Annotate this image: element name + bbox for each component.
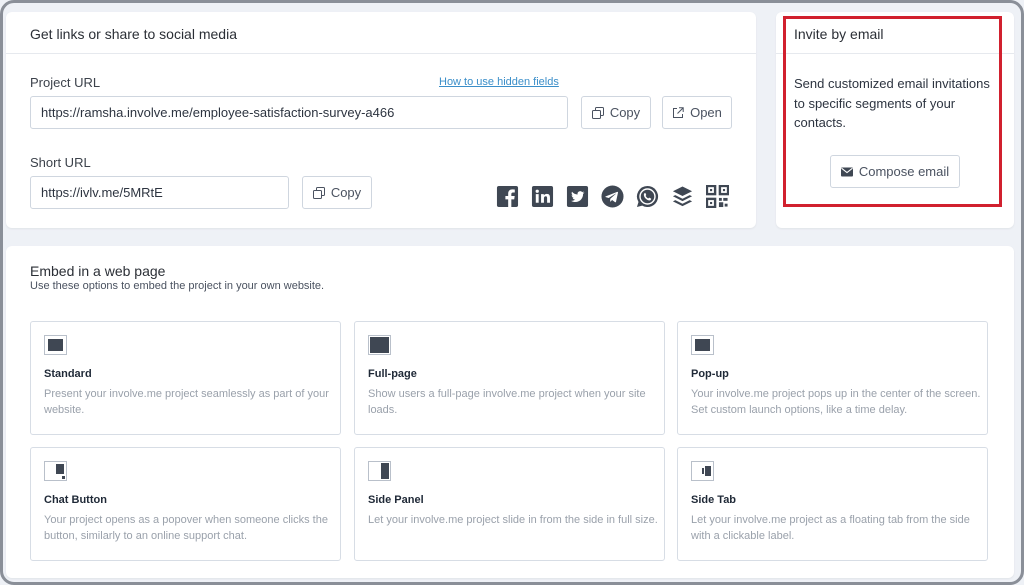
buffer-icon[interactable] (671, 185, 694, 208)
embed-option-description: Your involve.me project pops up in the c… (691, 388, 981, 416)
copy-label: Copy (609, 105, 641, 120)
compose-email-label: Compose email (858, 164, 950, 179)
chat-button-embed-icon (44, 461, 67, 481)
embed-option-title: Side Panel (368, 494, 424, 506)
invite-card-title: Invite by email (776, 12, 1014, 54)
side-panel-embed-icon (368, 461, 391, 481)
embed-option-description: Your project opens as a popover when som… (44, 514, 328, 542)
embed-option-side-panel[interactable]: Side Panel Let your involve.me project s… (354, 447, 665, 561)
embed-option-standard[interactable]: Standard Present your involve.me project… (30, 321, 341, 435)
embed-option-description: Show users a full-page involve.me projec… (368, 388, 646, 416)
embed-option-title: Side Tab (691, 494, 737, 506)
short-url-input[interactable] (30, 176, 289, 209)
invite-card: Invite by email Send customized email in… (776, 12, 1014, 228)
copy-project-url-button[interactable]: Copy (581, 96, 651, 129)
project-url-label: Project URL (30, 75, 101, 90)
pop-up-embed-icon (691, 335, 714, 355)
copy-icon (312, 186, 325, 199)
embed-option-description: Let your involve.me project as a floatin… (691, 514, 970, 542)
envelope-icon (840, 167, 853, 176)
twitter-icon[interactable] (566, 185, 589, 208)
full-page-embed-icon (368, 335, 391, 355)
telegram-icon[interactable] (601, 185, 624, 208)
embed-option-chat-button[interactable]: Chat Button Your project opens as a popo… (30, 447, 341, 561)
whatsapp-icon[interactable] (636, 185, 659, 208)
short-url-label: Short URL (30, 155, 91, 170)
facebook-icon[interactable] (496, 185, 519, 208)
external-link-icon (673, 106, 684, 118)
embed-card-title: Embed in a web page (30, 263, 166, 279)
embed-option-description: Present your involve.me project seamless… (44, 388, 329, 416)
copy-label: Copy (330, 185, 362, 200)
embed-option-title: Standard (44, 368, 92, 380)
open-project-url-button[interactable]: Open (662, 96, 732, 129)
side-tab-embed-icon (691, 461, 714, 481)
copy-short-url-button[interactable]: Copy (302, 176, 372, 209)
embed-option-title: Chat Button (44, 494, 107, 506)
social-share-bar (496, 184, 730, 209)
embed-option-full-page[interactable]: Full-page Show users a full-page involve… (354, 321, 665, 435)
embed-option-description: Let your involve.me project slide in fro… (368, 514, 658, 526)
project-url-input[interactable] (30, 96, 568, 129)
standard-embed-icon (44, 335, 67, 355)
linkedin-icon[interactable] (531, 185, 554, 208)
embed-option-pop-up[interactable]: Pop-up Your involve.me project pops up i… (677, 321, 988, 435)
hidden-fields-link[interactable]: How to use hidden fields (439, 76, 559, 88)
copy-icon (591, 106, 604, 119)
embed-option-side-tab[interactable]: Side Tab Let your involve.me project as … (677, 447, 988, 561)
embed-card: Embed in a web page Use these options to… (6, 246, 1014, 578)
embed-option-title: Full-page (368, 368, 417, 380)
share-card: Get links or share to social media Proje… (6, 12, 756, 228)
invite-description: Send customized email invitations to spe… (794, 76, 990, 130)
qr-code-icon[interactable] (705, 184, 730, 209)
share-card-title: Get links or share to social media (6, 12, 756, 54)
compose-email-button[interactable]: Compose email (830, 155, 960, 188)
open-label: Open (690, 105, 722, 120)
embed-card-subtitle: Use these options to embed the project i… (30, 280, 325, 292)
embed-option-title: Pop-up (691, 368, 729, 380)
